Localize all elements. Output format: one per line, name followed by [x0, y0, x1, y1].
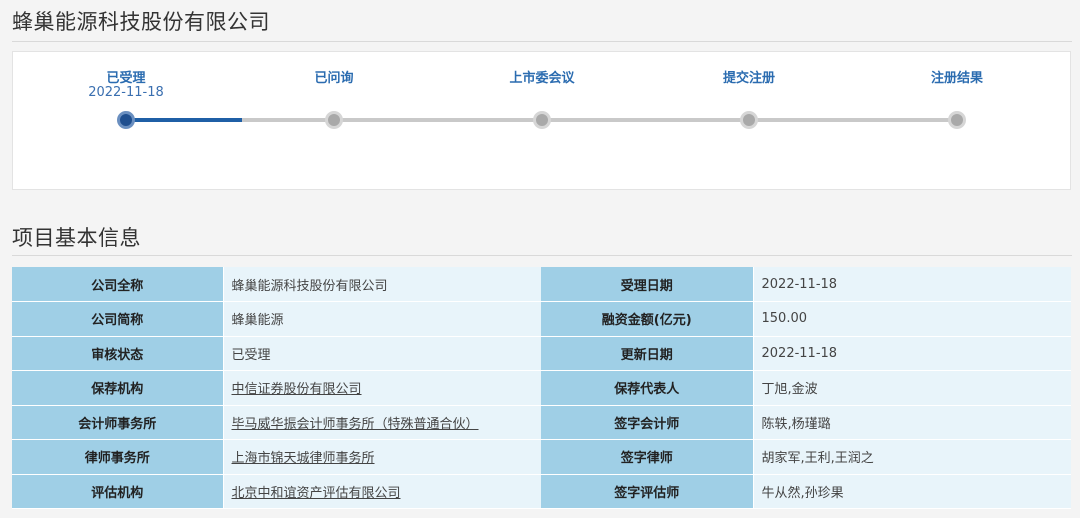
table-row: 公司全称 蜂巢能源科技股份有限公司 受理日期 2022-11-18 — [12, 267, 1071, 302]
step-node-accepted — [117, 111, 135, 129]
review-progress-panel: 已受理 2022-11-18 已问询 上市委会议 提交注册 注册结果 — [12, 51, 1071, 190]
step-label-submit-registration: 提交注册 — [722, 71, 775, 86]
step-label-accepted: 已受理 — [106, 71, 146, 86]
step-node-submit-registration — [740, 111, 758, 129]
law-firm-link[interactable]: 上海市锦天城律师事务所 — [232, 451, 375, 466]
field-label: 公司简称 — [12, 301, 224, 337]
table-row: 审核状态 已受理 更新日期 2022-11-18 — [12, 336, 1071, 371]
field-label: 律师事务所 — [12, 439, 224, 475]
table-row: 评估机构 北京中和谊资产评估有限公司 签字评估师 牛从然,孙珍果 — [12, 474, 1071, 509]
field-value: 胡家军,王利,王润之 — [753, 439, 1071, 475]
progress-fill — [126, 118, 243, 122]
step-node-listing-committee — [533, 111, 551, 129]
field-label: 保荐机构 — [12, 370, 224, 406]
company-title: 蜂巢能源科技股份有限公司 — [12, 10, 270, 34]
field-value: 2022-11-18 — [753, 336, 1071, 371]
field-label: 更新日期 — [541, 336, 754, 371]
field-label: 签字会计师 — [541, 405, 754, 440]
step-label-listing-committee: 上市委会议 — [509, 71, 575, 86]
field-label: 受理日期 — [541, 267, 754, 302]
field-value: 陈轶,杨瑾璐 — [753, 405, 1071, 440]
field-value: 2022-11-18 — [753, 267, 1071, 302]
field-label: 保荐代表人 — [541, 370, 754, 406]
field-label: 评估机构 — [12, 474, 224, 509]
field-value: 丁旭,金波 — [753, 370, 1071, 406]
step-node-registration-result — [948, 111, 966, 129]
table-row: 公司简称 蜂巢能源 融资金额(亿元) 150.00 — [12, 301, 1071, 337]
section-title: 项目基本信息 — [12, 226, 141, 250]
field-value: 牛从然,孙珍果 — [753, 474, 1071, 509]
table-row: 会计师事务所 毕马威华振会计师事务所（特殊普通合伙） 签字会计师 陈轶,杨瑾璐 — [12, 405, 1071, 440]
field-label: 融资金额(亿元) — [541, 301, 754, 337]
table-row: 律师事务所 上海市锦天城律师事务所 签字律师 胡家军,王利,王润之 — [12, 439, 1071, 475]
step-label-registration-result: 注册结果 — [930, 71, 983, 86]
field-value[interactable]: 上海市锦天城律师事务所 — [223, 439, 541, 475]
accounting-firm-link[interactable]: 毕马威华振会计师事务所（特殊普通合伙） — [232, 417, 479, 432]
field-label: 签字律师 — [541, 439, 754, 475]
field-label: 签字评估师 — [541, 474, 754, 509]
field-value: 蜂巢能源科技股份有限公司 — [223, 267, 541, 302]
field-label: 会计师事务所 — [12, 405, 224, 440]
field-value: 已受理 — [223, 336, 541, 371]
sponsor-link[interactable]: 中信证券股份有限公司 — [232, 382, 362, 397]
project-info-table: 公司全称 蜂巢能源科技股份有限公司 受理日期 2022-11-18 公司简称 蜂… — [12, 267, 1071, 509]
step-label-inquired: 已问询 — [314, 71, 354, 86]
field-value: 蜂巢能源 — [223, 301, 541, 337]
step-date-accepted: 2022-11-18 — [88, 85, 164, 100]
field-value: 150.00 — [753, 301, 1071, 337]
field-value[interactable]: 北京中和谊资产评估有限公司 — [223, 474, 541, 509]
field-label: 审核状态 — [12, 336, 224, 371]
step-node-inquired — [325, 111, 343, 129]
table-row: 保荐机构 中信证券股份有限公司 保荐代表人 丁旭,金波 — [12, 370, 1071, 406]
title-divider — [12, 41, 1072, 42]
field-value[interactable]: 中信证券股份有限公司 — [223, 370, 541, 406]
appraisal-firm-link[interactable]: 北京中和谊资产评估有限公司 — [232, 486, 401, 501]
field-value[interactable]: 毕马威华振会计师事务所（特殊普通合伙） — [223, 405, 541, 440]
field-label: 公司全称 — [12, 267, 224, 302]
section-divider — [12, 255, 1072, 256]
